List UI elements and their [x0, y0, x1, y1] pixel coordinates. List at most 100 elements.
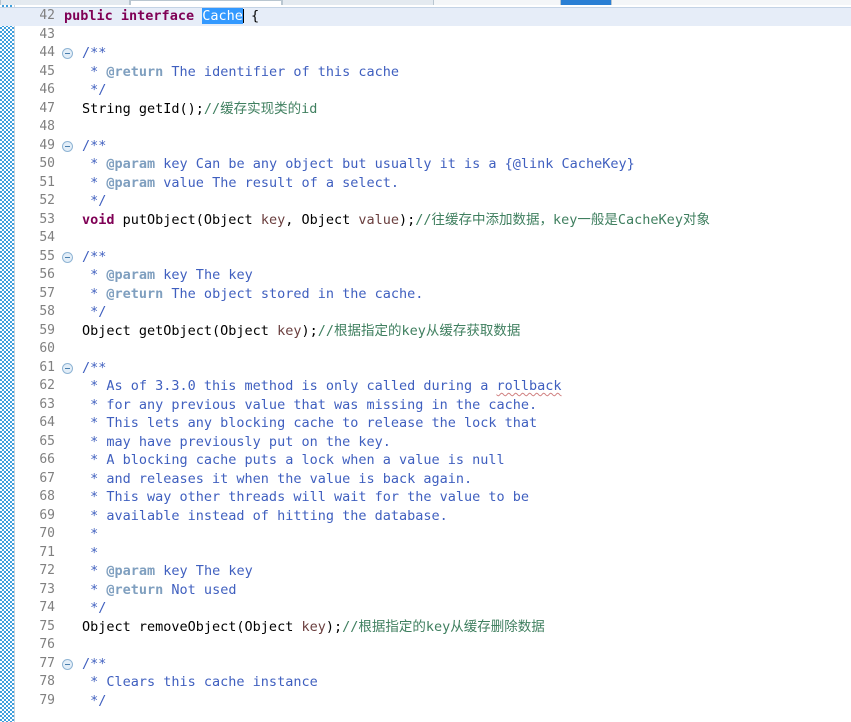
line-number: 59 [39, 322, 55, 338]
line-number: 69 [39, 507, 55, 523]
code-text[interactable]: * and releases it when the value is back… [82, 470, 472, 489]
code-text[interactable]: * available instead of hitting the datab… [82, 507, 448, 526]
code-line[interactable]: 51 * @param value The result of a select… [0, 174, 851, 193]
code-line[interactable]: 63 * for any previous value that was mis… [0, 396, 851, 415]
code-text[interactable]: * This way other threads will wait for t… [82, 488, 529, 507]
code-line[interactable]: 75 Object removeObject(Object key);//根据指定… [0, 618, 851, 637]
code-line[interactable]: 68 * This way other threads will wait fo… [0, 488, 851, 507]
code-text[interactable]: /** [82, 44, 106, 63]
code-line[interactable]: 44 /** [0, 44, 851, 63]
code-text[interactable]: * @param value The result of a select. [82, 174, 399, 193]
code-line[interactable]: 55 /** [0, 248, 851, 267]
code-text[interactable]: * A blocking cache puts a lock when a va… [82, 451, 505, 470]
code-token: */ [82, 600, 107, 616]
code-line[interactable]: 59 Object getObject(Object key);//根据指定的ke… [0, 322, 851, 341]
code-text[interactable]: * @param key Can be any object but usual… [82, 155, 635, 174]
code-line[interactable]: 60 [0, 340, 851, 359]
code-line[interactable]: 49 /** [0, 137, 851, 156]
code-line[interactable]: 74 */ [0, 599, 851, 618]
code-line[interactable]: 45 * @return The identifier of this cach… [0, 63, 851, 82]
code-text[interactable]: * [82, 525, 98, 544]
code-token: /** [82, 45, 107, 61]
code-token: * This way other threads will wait for t… [82, 489, 530, 505]
code-line[interactable]: 78 * Clears this cache instance [0, 673, 851, 692]
line-number: 55 [39, 248, 55, 264]
fold-collapse-icon[interactable] [62, 251, 73, 263]
line-number: 54 [39, 230, 55, 245]
code-text[interactable]: Object removeObject(Object key);//根据指定的k… [82, 618, 545, 637]
code-text[interactable]: Object getObject(Object key);//根据指定的key从… [82, 322, 520, 341]
code-line[interactable]: 61 /** [0, 359, 851, 378]
code-token: @param [106, 267, 156, 283]
code-text[interactable]: * This lets any blocking cache to releas… [82, 414, 537, 433]
code-line[interactable]: 69 * available instead of hitting the da… [0, 507, 851, 526]
code-text[interactable]: public interface Cache { [64, 7, 259, 26]
code-line[interactable]: 46 */ [0, 81, 851, 100]
fold-collapse-icon[interactable] [62, 658, 73, 670]
code-line[interactable]: 67 * and releases it when the value is b… [0, 470, 851, 489]
code-text[interactable]: * @return The identifier of this cache [82, 63, 399, 82]
code-text[interactable]: * @return Not used [82, 581, 236, 600]
code-line[interactable]: 56 * @param key The key [0, 266, 851, 285]
line-number: 50 [39, 156, 55, 171]
code-line[interactable]: 58 */ [0, 303, 851, 322]
code-text[interactable]: void putObject(Object key, Object value)… [82, 211, 710, 230]
line-number: 71 [39, 544, 55, 560]
code-text[interactable]: */ [82, 692, 106, 711]
code-text[interactable]: /** [82, 655, 106, 674]
code-line[interactable]: 71 * [0, 544, 851, 563]
code-text[interactable]: String getId();//缓存实现类的id [82, 100, 317, 119]
code-text[interactable]: * for any previous value that was missin… [82, 396, 537, 415]
fold-collapse-icon[interactable] [62, 48, 73, 59]
code-text[interactable]: * [82, 544, 98, 563]
line-number: 44 [39, 45, 55, 60]
code-token: * [82, 156, 107, 172]
code-line[interactable]: 66 * A blocking cache puts a lock when a… [0, 451, 851, 470]
code-line[interactable]: 50 * @param key Can be any object but us… [0, 155, 851, 174]
code-text[interactable]: */ [82, 599, 106, 618]
code-line[interactable]: 42 public interface Cache { [0, 7, 851, 26]
code-line[interactable]: 62 * As of 3.3.0 this method is only cal… [0, 377, 851, 396]
code-line[interactable]: 65 * may have previously put on the key. [0, 433, 851, 452]
code-text[interactable]: */ [82, 303, 106, 322]
code-text[interactable]: * may have previously put on the key. [82, 433, 391, 452]
code-token: //缓存实现类的id [203, 100, 318, 117]
code-text[interactable]: * Clears this cache instance [82, 673, 318, 692]
code-token: ); [301, 322, 318, 339]
code-token: */ [82, 692, 107, 709]
code-token: */ [82, 304, 107, 320]
line-number: 78 [39, 674, 55, 689]
code-line[interactable]: 54 [0, 229, 851, 248]
code-line[interactable]: 47 String getId();//缓存实现类的id [0, 100, 851, 119]
code-text[interactable]: */ [82, 81, 106, 100]
code-text[interactable]: * As of 3.3.0 this method is only called… [82, 377, 561, 396]
fold-collapse-icon[interactable] [62, 140, 73, 152]
code-text[interactable]: */ [82, 192, 106, 211]
code-line[interactable]: 53 void putObject(Object key, Object valu… [0, 211, 851, 230]
code-token: interface [120, 8, 195, 24]
code-line[interactable]: 43 [0, 26, 851, 45]
code-line[interactable]: 73 * @return Not used [0, 581, 851, 600]
code-line[interactable]: 76 [0, 636, 851, 655]
code-token: Not used [163, 581, 237, 598]
code-token: /** [82, 137, 107, 154]
code-line[interactable]: 70 * [0, 525, 851, 544]
code-line[interactable]: 77 /** [0, 655, 851, 674]
code-text[interactable]: * @return The object stored in the cache… [82, 285, 423, 304]
code-line[interactable]: 72 * @param key The key [0, 562, 851, 581]
code-text[interactable]: /** [82, 248, 106, 267]
line-number: 63 [39, 396, 55, 412]
code-text[interactable]: /** [82, 137, 106, 156]
code-text[interactable]: /** [82, 359, 106, 378]
java-source-editor[interactable]: 42 public interface Cache {43 44 /** 45 * @r… [0, 5, 851, 722]
code-line[interactable]: 79 */ [0, 692, 851, 711]
fold-collapse-icon[interactable] [62, 362, 73, 374]
code-line[interactable]: 64 * This lets any blocking cache to rel… [0, 414, 851, 433]
line-number: 64 [39, 415, 55, 430]
code-text[interactable]: * @param key The key [82, 562, 253, 581]
code-text[interactable]: * @param key The key [82, 266, 253, 285]
code-line[interactable]: 57 * @return The object stored in the ca… [0, 285, 851, 304]
code-canvas[interactable]: 42 public interface Cache {43 44 /** 45 * @r… [0, 5, 851, 722]
code-line[interactable]: 48 [0, 118, 851, 137]
code-line[interactable]: 52 */ [0, 192, 851, 211]
